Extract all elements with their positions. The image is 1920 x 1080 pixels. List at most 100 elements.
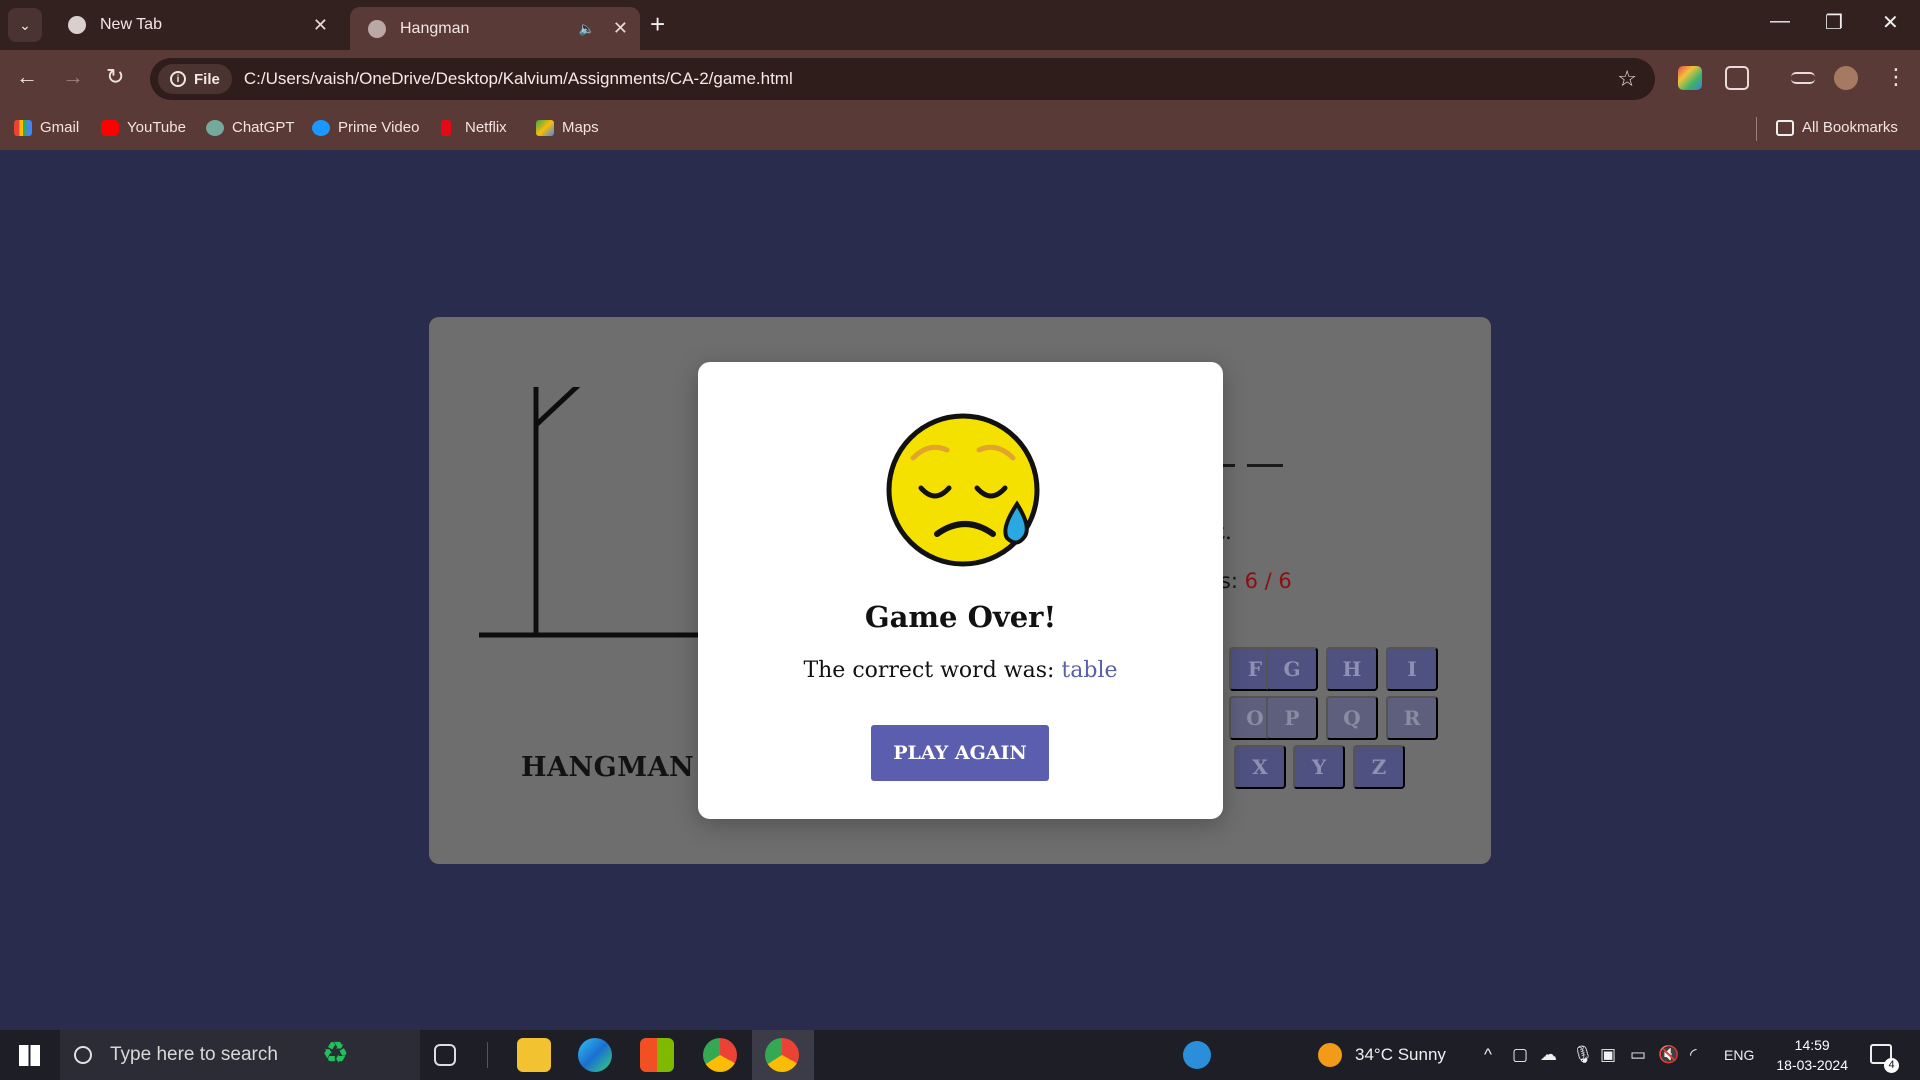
- volume-muted-icon[interactable]: 🔇: [1658, 1045, 1679, 1065]
- close-tab-icon[interactable]: ✕: [613, 18, 628, 39]
- edge-icon[interactable]: [578, 1038, 612, 1072]
- globe-icon: [368, 19, 386, 38]
- address-bar[interactable]: i File C:/Users/vaish/OneDrive/Desktop/K…: [150, 58, 1655, 100]
- tab-title: New Tab: [100, 16, 162, 33]
- battery-icon[interactable]: ▭: [1630, 1045, 1646, 1065]
- tab-title: Hangman: [400, 19, 470, 37]
- task-view-icon[interactable]: [434, 1044, 456, 1066]
- sad-face-icon: [886, 413, 1040, 567]
- chrome-icon[interactable]: [703, 1038, 737, 1072]
- bookmarks-bar: Gmail YouTube ChatGPT Prime Video Netfli…: [0, 108, 1920, 150]
- onedrive-cloud-icon[interactable]: ☁: [1540, 1045, 1557, 1065]
- netflix-icon: [441, 119, 451, 136]
- bookmark-maps[interactable]: Maps: [536, 119, 599, 136]
- bookmark-youtube[interactable]: YouTube: [101, 119, 186, 136]
- help-icon[interactable]: [1183, 1041, 1211, 1069]
- bookmark-chatgpt[interactable]: ChatGPT: [206, 119, 295, 136]
- restore-icon[interactable]: ❐: [1825, 10, 1843, 35]
- key-i[interactable]: I: [1386, 647, 1438, 691]
- key-z[interactable]: Z: [1353, 745, 1405, 789]
- back-icon[interactable]: ←: [16, 64, 38, 90]
- clock[interactable]: 14:59 18-03-2024: [1776, 1035, 1848, 1075]
- key-h[interactable]: H: [1326, 647, 1378, 691]
- minimize-icon[interactable]: —: [1770, 10, 1790, 33]
- maps-icon: [536, 119, 554, 136]
- correct-word: table: [1061, 658, 1118, 683]
- bookmark-gmail[interactable]: Gmail: [14, 119, 79, 136]
- file-explorer-icon[interactable]: [517, 1038, 551, 1072]
- key-y[interactable]: Y: [1293, 745, 1345, 789]
- close-tab-icon[interactable]: ✕: [313, 15, 328, 36]
- gallows-drawing: [479, 387, 719, 638]
- letter-blank: [1247, 464, 1283, 467]
- game-over-modal: Game Over! The correct word was: table P…: [698, 362, 1223, 819]
- modal-message: The correct word was: table: [698, 658, 1223, 683]
- clock-date: 18-03-2024: [1776, 1057, 1848, 1073]
- guesses-count: 6 / 6: [1244, 569, 1292, 593]
- new-tab-button[interactable]: +: [650, 10, 665, 38]
- windows-taskbar: Type here to search ♻ 34°C Sunny ^ ▢ ☁ 🎙…: [0, 1030, 1920, 1080]
- tab-search-button[interactable]: ⌄: [8, 8, 42, 42]
- speaker-icon[interactable]: 🔈: [579, 21, 595, 37]
- bookmark-label: Prime Video: [338, 119, 420, 136]
- bookmarks-divider: [1756, 117, 1757, 141]
- modal-title: Game Over!: [864, 600, 1057, 634]
- modal-message-text: The correct word was:: [803, 658, 1062, 683]
- folder-icon: [1776, 119, 1794, 136]
- window-close-icon[interactable]: ✕: [1882, 10, 1899, 35]
- bookmark-label: Gmail: [40, 119, 80, 136]
- weather-text[interactable]: 34°C Sunny: [1355, 1045, 1446, 1065]
- key-q[interactable]: Q: [1326, 696, 1378, 740]
- meet-icon[interactable]: ▢: [1512, 1045, 1528, 1065]
- tab-hangman[interactable]: Hangman 🔈 ✕: [350, 7, 640, 50]
- prime-video-icon: [312, 119, 330, 136]
- wifi-icon[interactable]: ◜: [1690, 1045, 1697, 1065]
- info-icon: i: [170, 71, 186, 87]
- clock-time: 14:59: [1794, 1037, 1830, 1053]
- reload-icon[interactable]: ↻: [106, 64, 124, 90]
- key-r[interactable]: R: [1386, 696, 1438, 740]
- language-indicator[interactable]: ENG: [1724, 1047, 1754, 1063]
- forward-icon[interactable]: →: [62, 64, 84, 90]
- url-text[interactable]: C:/Users/vaish/OneDrive/Desktop/Kalvium/…: [244, 69, 793, 89]
- bookmark-prime-video[interactable]: Prime Video: [312, 119, 419, 136]
- network-status-icon[interactable]: ▣: [1600, 1045, 1616, 1065]
- profile-avatar[interactable]: [1834, 66, 1858, 90]
- bookmark-label: ChatGPT: [232, 119, 295, 136]
- weather-sun-icon: [1318, 1043, 1342, 1067]
- bookmark-label: Maps: [562, 119, 599, 136]
- tab-strip: ⌄ New Tab ✕ Hangman 🔈 ✕ + — ❐ ✕: [0, 0, 1920, 50]
- youtube-icon: [101, 119, 119, 136]
- notification-count-badge: 4: [1884, 1058, 1899, 1073]
- windows-start-icon[interactable]: [19, 1045, 40, 1066]
- taskbar-search-box[interactable]: Type here to search ♻: [60, 1030, 420, 1080]
- media-control-icon[interactable]: [1791, 72, 1815, 84]
- extensions-puzzle-icon[interactable]: [1725, 66, 1749, 90]
- site-info-chip[interactable]: i File: [158, 64, 232, 94]
- gmail-icon: [14, 119, 32, 136]
- menu-dots-icon[interactable]: ⋮: [1885, 64, 1907, 90]
- bookmark-netflix[interactable]: Netflix: [441, 119, 507, 136]
- all-bookmarks-label: All Bookmarks: [1802, 119, 1898, 136]
- chrome-icon: [68, 16, 86, 34]
- browser-toolbar: ← → ↻ i File C:/Users/vaish/OneDrive/Des…: [0, 50, 1920, 108]
- microphone-icon[interactable]: 🎙: [1572, 1045, 1594, 1065]
- chrome-profile-icon[interactable]: [765, 1038, 799, 1072]
- recycle-icon: ♻: [322, 1037, 349, 1070]
- key-x[interactable]: X: [1234, 745, 1286, 789]
- bookmark-star-icon[interactable]: ☆: [1617, 66, 1637, 92]
- microsoft-store-icon[interactable]: [640, 1038, 674, 1072]
- search-placeholder: Type here to search: [110, 1044, 278, 1065]
- key-p[interactable]: P: [1266, 696, 1318, 740]
- taskbar-divider: [487, 1042, 488, 1068]
- site-info-label: File: [194, 70, 220, 88]
- key-g[interactable]: G: [1266, 647, 1318, 691]
- extension-icon[interactable]: [1678, 66, 1702, 90]
- bookmark-label: YouTube: [127, 119, 186, 136]
- chevron-up-icon[interactable]: ^: [1484, 1045, 1492, 1065]
- play-again-button[interactable]: PLAY AGAIN: [871, 725, 1049, 781]
- all-bookmarks[interactable]: All Bookmarks: [1776, 119, 1898, 136]
- chevron-down-icon: ⌄: [19, 16, 31, 33]
- chatgpt-icon: [206, 119, 224, 136]
- tab-new-tab[interactable]: New Tab ✕: [50, 7, 340, 43]
